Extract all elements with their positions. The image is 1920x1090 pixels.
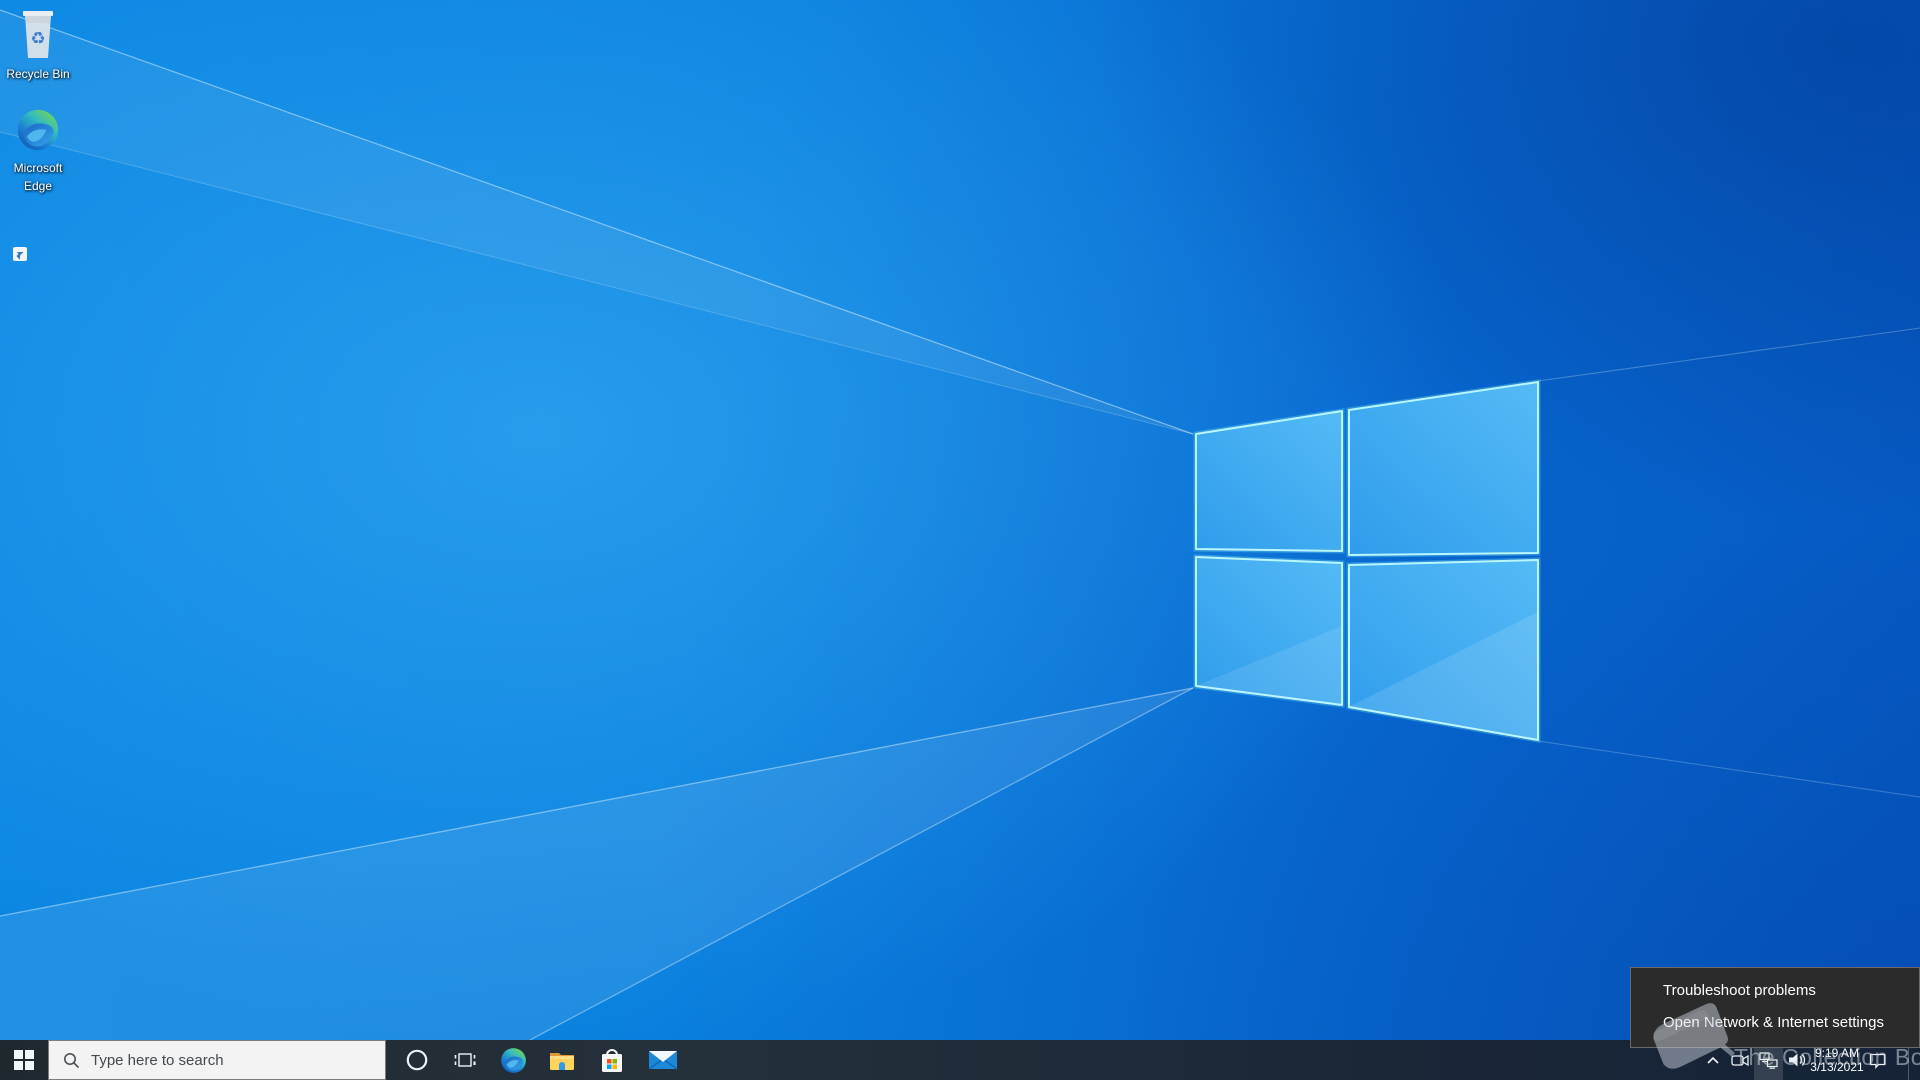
taskbar-button-edge[interactable]: [489, 1040, 537, 1080]
desktop-icon-label: Microsoft: [13, 161, 63, 175]
edge-icon: [500, 1047, 526, 1073]
desktop-wallpaper: [0, 0, 1920, 1080]
shortcut-arrow-icon: [13, 247, 27, 261]
cortana-icon: [406, 1049, 428, 1071]
network-context-menu: Troubleshoot problems Open Network & Int…: [1630, 967, 1920, 1048]
taskbar-button-file-explorer[interactable]: [538, 1040, 586, 1080]
search-icon: [64, 1052, 80, 1068]
task-view-icon: [454, 1053, 476, 1067]
search-placeholder: Type here to search: [91, 1051, 224, 1069]
windows-hero-logo: [0, 9, 1920, 1040]
taskbar-button-cortana[interactable]: [393, 1040, 441, 1080]
taskbar-button-task-view[interactable]: [441, 1040, 489, 1080]
mail-icon: [649, 1051, 677, 1070]
desktop-icon-microsoft-edge[interactable]: Microsoft Edge: [0, 108, 76, 261]
desktop-icon-label: Edge: [23, 179, 53, 193]
action-center-icon: [1869, 1053, 1885, 1069]
search-input[interactable]: Type here to search: [48, 1040, 386, 1080]
recycle-bin-icon: ♻: [23, 11, 53, 58]
network-icon: [1759, 1051, 1778, 1069]
menu-item-troubleshoot-problems[interactable]: Troubleshoot problems: [1631, 975, 1919, 1007]
chevron-up-icon: [1707, 1056, 1719, 1064]
meet-now-icon: [1731, 1054, 1749, 1066]
start-button[interactable]: [0, 1040, 48, 1080]
windows-start-icon: [14, 1050, 34, 1070]
svg-text:♻: ♻: [30, 29, 45, 49]
desktop-icon-recycle-bin[interactable]: ♻ Recycle Bin: [0, 8, 76, 83]
taskbar-button-mail[interactable]: [639, 1040, 687, 1080]
taskbar-button-microsoft-store[interactable]: [588, 1040, 636, 1080]
desktop-icon-label: Recycle Bin: [6, 67, 70, 81]
file-explorer-icon: [550, 1053, 574, 1070]
edge-icon: [17, 109, 59, 151]
microsoft-store-icon: [602, 1049, 622, 1072]
menu-item-open-network-settings[interactable]: Open Network & Internet settings: [1631, 1007, 1919, 1039]
volume-icon: [1788, 1053, 1805, 1067]
